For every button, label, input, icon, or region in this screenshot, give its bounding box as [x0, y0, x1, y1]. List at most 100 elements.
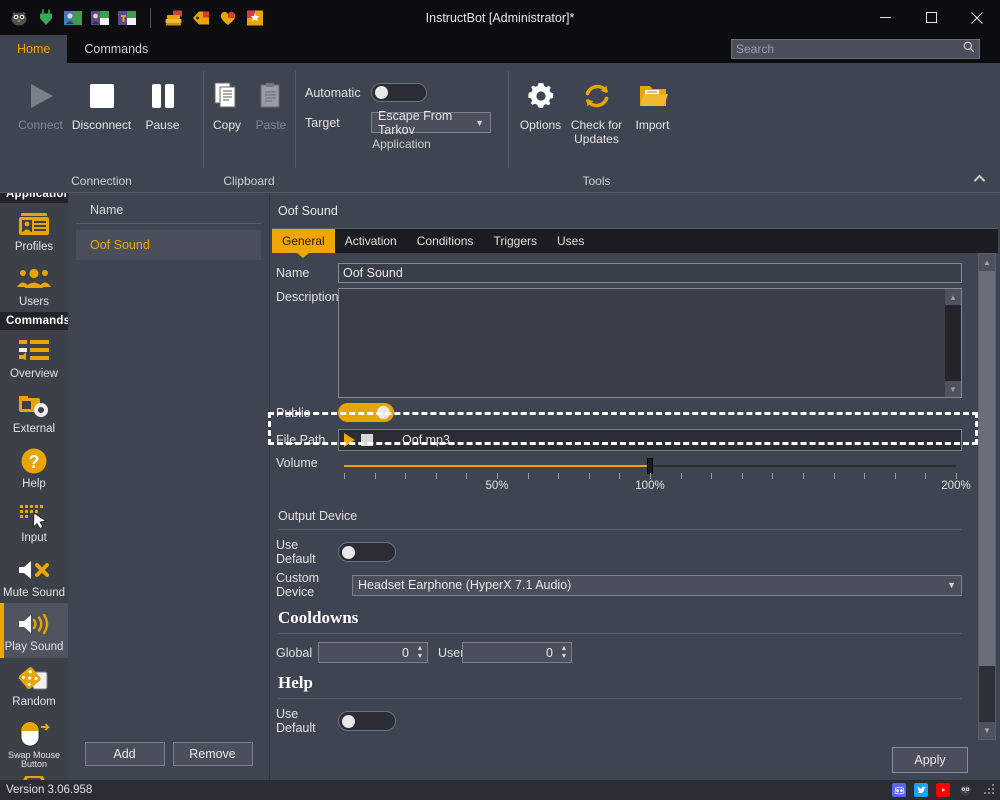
help-divider — [278, 698, 962, 699]
connect-button[interactable]: Connect — [13, 71, 69, 133]
cooldown-user-value[interactable]: 0 — [463, 646, 557, 660]
description-textarea[interactable]: ▲ ▼ — [338, 288, 962, 398]
close-button[interactable] — [954, 0, 1000, 35]
toggle-knob — [342, 545, 355, 559]
custom-device-value: Headset Earphone (HyperX 7.1 Audio) — [358, 578, 572, 592]
stop-icon[interactable] — [361, 434, 373, 446]
sidebar-item-random[interactable]: Random — [0, 658, 68, 713]
stepper-up-icon[interactable]: ▲ — [561, 645, 568, 653]
file-path-field[interactable]: ... Oof.mp3 — [338, 429, 962, 451]
paste-icon — [258, 77, 284, 115]
sidebar-item-external[interactable]: External — [0, 385, 68, 440]
slider-tick — [344, 473, 345, 479]
tab-activation[interactable]: Activation — [335, 229, 407, 253]
automatic-toggle[interactable] — [371, 83, 427, 102]
list-overview-icon — [18, 336, 50, 366]
options-button[interactable]: Options — [513, 71, 569, 133]
disconnect-button[interactable]: Disconnect — [69, 71, 135, 133]
discord-icon[interactable] — [892, 783, 906, 797]
sidebar-item-mute-sound[interactable]: Mute Sound — [0, 549, 68, 604]
description-text[interactable] — [339, 289, 945, 397]
stepper-arrows[interactable]: ▲ ▼ — [557, 645, 571, 661]
copy-button[interactable]: Copy — [205, 71, 249, 133]
apply-button[interactable]: Apply — [892, 747, 968, 773]
youtube-icon[interactable] — [936, 783, 950, 797]
search-icon[interactable] — [963, 40, 975, 58]
file-path-row: File Path ... Oof.mp3 — [276, 429, 1000, 451]
tab-general[interactable]: General — [272, 229, 335, 253]
gear-icon — [526, 77, 556, 115]
play-icon[interactable] — [344, 433, 355, 447]
paste-button[interactable]: Paste — [249, 71, 293, 133]
scrollbar-trough[interactable] — [979, 666, 995, 722]
tab-uses[interactable]: Uses — [547, 229, 594, 253]
tag-icon[interactable] — [190, 7, 212, 29]
plug-connect-icon[interactable] — [35, 7, 57, 29]
ribbon-collapse-button[interactable] — [967, 170, 992, 188]
automatic-row: Automatic — [305, 83, 498, 102]
cooldown-global-value[interactable]: 0 — [319, 646, 413, 660]
detail-scrollbar[interactable]: ▲ ▼ — [978, 253, 996, 740]
volume-slider[interactable]: 50% 100% 200% — [338, 456, 971, 492]
tab-home[interactable]: Home — [0, 35, 68, 63]
owl-logo-icon[interactable] — [958, 783, 972, 797]
profile-card-icon[interactable] — [62, 7, 84, 29]
scrollbar-thumb[interactable] — [979, 271, 995, 666]
output-use-default-toggle[interactable] — [338, 542, 396, 562]
tab-triggers[interactable]: Triggers — [483, 229, 547, 253]
scroll-up-icon[interactable]: ▲ — [945, 289, 961, 305]
tab-commands[interactable]: Commands — [67, 35, 165, 63]
help-use-default-row: Use Default — [276, 707, 1000, 735]
resize-grip[interactable] — [984, 784, 996, 796]
check-for-updates-button[interactable]: Check for Updates — [569, 71, 625, 147]
sidebar-item-overview[interactable]: Overview — [0, 330, 68, 385]
maximize-button[interactable] — [908, 0, 954, 35]
help-use-default-toggle[interactable] — [338, 711, 396, 731]
scroll-up-icon[interactable]: ▲ — [979, 254, 995, 271]
sidebar-item-help[interactable]: ? Help — [0, 440, 68, 495]
minimize-button[interactable] — [862, 0, 908, 35]
stepper-down-icon[interactable]: ▼ — [561, 653, 568, 661]
custom-device-combobox[interactable]: Headset Earphone (HyperX 7.1 Audio) ▼ — [352, 574, 962, 596]
commands-stack-icon[interactable] — [163, 7, 185, 29]
slider-thumb[interactable] — [647, 458, 653, 474]
add-button[interactable]: Add — [84, 742, 165, 766]
description-scrollbar[interactable]: ▲ ▼ — [945, 289, 961, 397]
scroll-down-icon[interactable]: ▼ — [979, 722, 995, 739]
pause-button[interactable]: Pause — [135, 71, 191, 133]
sidebar-item-input[interactable]: Input — [0, 494, 68, 549]
stepper-arrows[interactable]: ▲ ▼ — [413, 645, 427, 661]
browse-button[interactable]: ... — [379, 433, 392, 447]
sidebar-item-users[interactable]: Users — [0, 258, 68, 313]
cooldowns-heading: Cooldowns — [278, 608, 359, 627]
slider-tick — [925, 473, 927, 479]
profile-edit-icon[interactable] — [116, 7, 138, 29]
name-input[interactable] — [338, 263, 962, 283]
sidebar-item-swap-mouse-button[interactable]: Swap Mouse Button — [0, 713, 68, 774]
list-item[interactable]: Oof Sound — [76, 230, 261, 260]
heart-icon[interactable] — [217, 7, 239, 29]
ribbon: Connect Disconnect Pause Connection Copy… — [0, 63, 1000, 193]
owl-logo-icon[interactable] — [8, 7, 30, 29]
external-gear-icon — [18, 391, 50, 421]
star-badge-icon[interactable] — [244, 7, 266, 29]
twitter-icon[interactable] — [914, 783, 928, 797]
tab-conditions[interactable]: Conditions — [407, 229, 484, 253]
sidebar-item-play-sound[interactable]: Play Sound — [0, 603, 68, 659]
slider-tick — [956, 473, 957, 479]
sidebar-item-partial[interactable] — [0, 774, 68, 780]
stepper-up-icon[interactable]: ▲ — [417, 645, 424, 653]
cooldown-global-stepper[interactable]: 0 ▲ ▼ — [318, 642, 428, 663]
remove-button[interactable]: Remove — [172, 742, 253, 766]
cooldown-user-stepper[interactable]: 0 ▲ ▼ — [462, 642, 572, 663]
ribbon-search[interactable] — [731, 39, 980, 59]
toggle-knob — [377, 406, 390, 419]
import-button[interactable]: Import — [625, 71, 681, 133]
profile-add-icon[interactable] — [89, 7, 111, 29]
sidebar-item-profiles[interactable]: Profiles — [0, 203, 68, 258]
stepper-down-icon[interactable]: ▼ — [417, 653, 424, 661]
public-toggle[interactable] — [338, 403, 394, 422]
scroll-down-icon[interactable]: ▼ — [945, 381, 961, 397]
target-combobox[interactable]: Escape From Tarkov ▼ — [371, 109, 491, 137]
search-input[interactable] — [736, 42, 963, 56]
